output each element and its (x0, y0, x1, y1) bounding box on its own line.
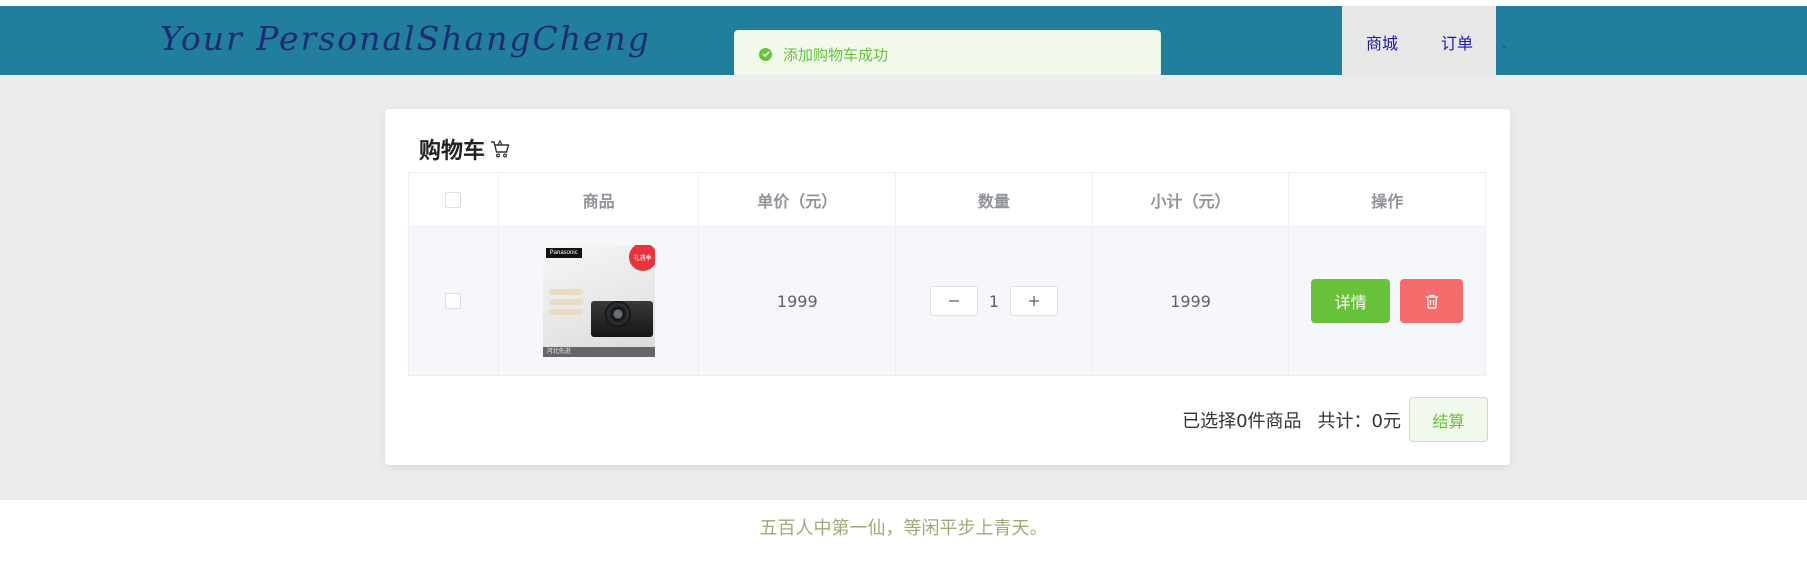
header-select-cell (409, 173, 499, 226)
cart-title-text: 购物车 (419, 139, 486, 164)
cart-title: 购物车 (419, 133, 511, 165)
cart-table: 商品 单价（元） 数量 小计（元） 操作 Panasonic 礼遇季 河北先进 (408, 172, 1486, 376)
total-amount: 共计：0元 (1317, 411, 1401, 432)
product-image[interactable]: Panasonic 礼遇季 河北先进 (542, 245, 655, 357)
actions-cell: 详情 (1289, 227, 1485, 375)
footer-quote: 五百人中第一仙，等闲平步上青天。 (759, 518, 1048, 539)
column-header: 数量 (896, 173, 1093, 226)
table-row: Panasonic 礼遇季 河北先进 1999 1 1999 详情 (409, 227, 1485, 375)
column-header: 操作 (1371, 191, 1404, 211)
image-feature-tag (548, 289, 583, 295)
success-toast: 添加购物车成功 (734, 30, 1161, 78)
increase-button[interactable] (1009, 286, 1058, 316)
select-all-checkbox[interactable] (445, 191, 462, 208)
detail-button[interactable]: 详情 (1311, 279, 1391, 323)
site-logo: Your PersonalShangCheng (160, 19, 651, 58)
row-select-cell (409, 227, 499, 375)
column-header: 商品 (499, 173, 700, 226)
image-badge: 礼遇季 (628, 245, 655, 271)
plus-icon (1028, 296, 1039, 306)
product-cell: Panasonic 礼遇季 河北先进 (499, 227, 700, 375)
subtotal-cell: 1999 (1093, 227, 1290, 375)
column-header: 单价（元） (699, 173, 897, 226)
column-header: 小计（元） (1093, 173, 1290, 226)
minus-icon (948, 300, 959, 302)
nav-item-mall[interactable]: 商城 (1366, 30, 1398, 54)
shopping-cart-icon (491, 139, 510, 158)
row-checkbox[interactable] (445, 293, 462, 309)
image-brand-label: Panasonic (545, 248, 582, 258)
nav-item-orders[interactable]: 订单 (1441, 30, 1473, 54)
cart-summary: 已选择0件商品 共计：0元 (1182, 407, 1401, 433)
table-header: 商品 单价（元） 数量 小计（元） 操作 (409, 173, 1485, 227)
row-actions: 详情 (1311, 279, 1464, 323)
chevron-down-icon[interactable]: ⌄ (1500, 38, 1509, 51)
image-caption: 河北先进 (542, 347, 655, 357)
checkout-button[interactable]: 结算 (1409, 397, 1488, 442)
quantity-cell: 1 (896, 227, 1093, 375)
decrease-button[interactable] (929, 286, 978, 316)
camera-lens (604, 301, 631, 327)
toast-message: 添加购物车成功 (783, 45, 889, 64)
quantity-value[interactable]: 1 (978, 292, 1010, 311)
price-cell: 1999 (699, 227, 897, 375)
selected-count: 已选择0件商品 (1182, 411, 1302, 432)
image-feature-tag (548, 309, 583, 315)
trash-icon (1425, 294, 1438, 309)
check-circle-icon (759, 47, 772, 61)
image-feature-tag (548, 299, 583, 305)
cart-card: 购物车 商品 单价（元） 数量 小计（元） 操作 Panasonic 礼遇季 河… (385, 109, 1510, 465)
nav-menu: 商城 订单 (1342, 6, 1496, 75)
quantity-stepper: 1 (929, 286, 1058, 316)
delete-button[interactable] (1400, 279, 1464, 323)
